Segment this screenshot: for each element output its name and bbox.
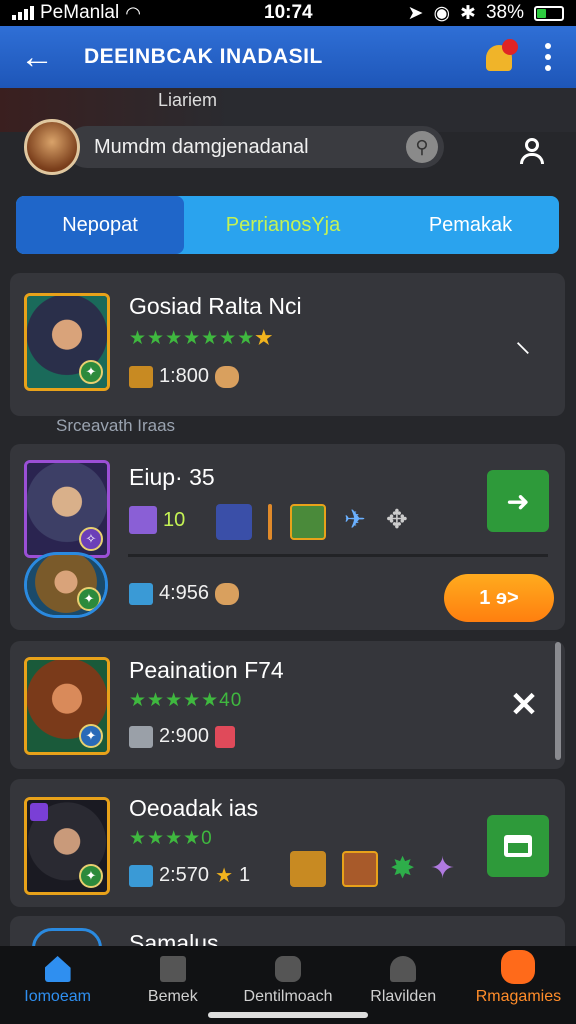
tab-bar: Nepopat PerrianosYja Pemakak xyxy=(16,196,559,254)
hero-portrait: ✦ xyxy=(24,797,110,895)
class-badge-icon: ✦ xyxy=(79,724,103,748)
app-bar: ← DEEINBCAK INADASIL xyxy=(0,26,576,88)
home-icon xyxy=(44,956,71,982)
crystal-chest-icon xyxy=(129,864,153,887)
wrench-icon[interactable]: ⚲ xyxy=(406,131,438,163)
question-icon xyxy=(159,956,186,982)
upgrade-button[interactable]: 1 ɘ> xyxy=(444,574,554,622)
purple-star-icon: ✦ xyxy=(430,852,456,885)
rank-value: 1 xyxy=(239,864,251,886)
card-title: Eiup· 35 xyxy=(129,464,215,490)
hero-portrait: ✦ xyxy=(24,657,110,755)
resource-count: 2:900 xyxy=(129,725,236,748)
share-button[interactable]: ➜ xyxy=(487,470,549,532)
close-icon[interactable]: ✕ xyxy=(504,685,544,725)
silver-chest-icon xyxy=(129,725,153,748)
search-input[interactable]: Mumdm damgjenadanal ⚲ xyxy=(66,126,444,168)
bluetooth-icon: ✱ xyxy=(460,2,476,24)
hero-thumb-icon xyxy=(342,851,378,887)
avatar[interactable] xyxy=(24,119,80,175)
location-icon: ➤ xyxy=(407,2,424,24)
home-indicator[interactable] xyxy=(208,1012,368,1018)
share-icon: ➜ xyxy=(506,485,530,517)
gold-star-icon: ★ xyxy=(215,865,233,887)
clock: 10:74 xyxy=(264,2,313,23)
games-icon xyxy=(501,950,536,984)
card-icon xyxy=(215,725,236,748)
class-badge-icon: ✧ xyxy=(79,527,103,551)
star-badge-icon xyxy=(30,803,48,821)
resource-count: 2:570 ★ 1 xyxy=(129,863,250,888)
page-title: DEEINBCAK INADASIL xyxy=(84,45,323,68)
tab-nepopat[interactable]: Nepopat xyxy=(16,196,184,254)
hammer-icon[interactable]: ⎯ xyxy=(496,319,553,376)
resource-count: 4:956 xyxy=(129,582,240,605)
star-rating: ★★★★★★★★ xyxy=(129,328,274,349)
hero-portrait: ✧ xyxy=(24,460,110,558)
list-item[interactable]: ✧ Eiup· 35 10 ✈ ✥ ➜ ✦ 4:956 1 ɘ> xyxy=(10,444,565,630)
search-value: Mumdm damgjenadanal xyxy=(94,135,309,158)
card-title: Oeoadak ias xyxy=(129,795,259,821)
notification-badge xyxy=(502,39,518,55)
treasure-icon xyxy=(290,851,326,887)
star-rating: ★★★★0 xyxy=(129,828,213,849)
hero-label: Liariem xyxy=(158,90,218,110)
window-button[interactable] xyxy=(487,815,549,877)
class-badge-icon: ✦ xyxy=(79,360,103,384)
hero-mini-icon xyxy=(215,365,240,388)
list-item[interactable]: ✦ Peaination F74 ★★★★★40 2:900 ✕ xyxy=(10,641,565,769)
robot-icon: ✥ xyxy=(386,504,408,534)
level-indicator: 10 xyxy=(129,506,185,534)
monster-icon xyxy=(216,504,252,540)
nav-home[interactable]: Iomoeam xyxy=(0,946,115,1024)
profile-icon xyxy=(390,956,417,982)
battery-icon xyxy=(534,5,564,21)
hero-portrait: ✦ xyxy=(24,552,108,618)
jet-icon: ✈ xyxy=(344,504,366,534)
list-item[interactable]: ✦ Oeoadak ias ★★★★0 2:570 ★ 1 ✸ ✦ xyxy=(10,779,565,907)
more-options-icon[interactable] xyxy=(542,43,554,71)
alarm-icon: ◉ xyxy=(433,2,451,24)
user-icon[interactable] xyxy=(517,136,547,166)
divider xyxy=(128,554,548,557)
level-badge-icon xyxy=(129,506,157,534)
divider-bar xyxy=(268,504,272,540)
profile-search-row: Mumdm damgjenadanal ⚲ xyxy=(24,118,444,176)
tab-perrianosyja[interactable]: PerrianosYja xyxy=(184,196,382,254)
card-title: Gosiad Ralta Nci xyxy=(129,293,302,319)
battery-percent: 38% xyxy=(485,2,524,23)
section-label: Srceavath Iraas xyxy=(56,416,176,435)
class-badge-icon: ✦ xyxy=(77,587,101,611)
class-badge-icon: ✦ xyxy=(79,864,103,888)
wifi-icon: ◠ xyxy=(125,2,141,23)
star-rating: ★★★★★40 xyxy=(129,690,243,711)
list-item[interactable]: ✦ Gosiad Ralta Nci ★★★★★★★★ 1:800 ⎯ xyxy=(10,273,565,416)
map-icon xyxy=(275,956,301,982)
card-title: Peaination F74 xyxy=(129,657,284,683)
gold-chest-icon xyxy=(129,365,153,388)
leaf-icon: ✸ xyxy=(390,852,416,885)
hero-mini-icon xyxy=(215,582,240,605)
status-bar: PeManlal ◠ 10:74 ➤ ◉ ✱ 38% xyxy=(0,0,576,26)
window-icon xyxy=(504,835,532,857)
scrollbar[interactable] xyxy=(555,642,561,760)
hero-portrait: ✦ xyxy=(24,293,110,391)
tab-pemakak[interactable]: Pemakak xyxy=(382,196,559,254)
warrior-icon xyxy=(290,504,326,540)
back-button[interactable]: ← xyxy=(20,38,58,77)
resource-count: 1:800 xyxy=(129,365,240,388)
carrier-label: PeManlal xyxy=(40,2,120,23)
notification-bell-icon[interactable] xyxy=(482,39,518,75)
nav-rmagamies[interactable]: Rmagamies xyxy=(461,946,576,1024)
crystal-chest-icon xyxy=(129,582,153,605)
signal-icon xyxy=(12,6,34,20)
